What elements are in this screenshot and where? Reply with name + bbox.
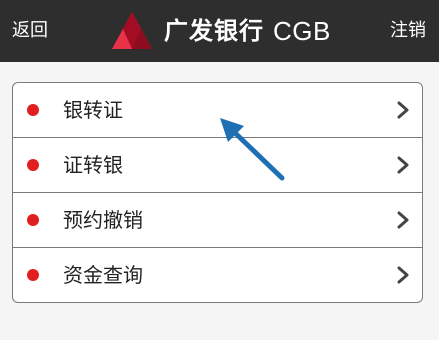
menu-item-funds-query[interactable]: 资金查询 — [13, 248, 422, 302]
top-header-bar: 返回 广发银行 CGB 注销 — [0, 0, 439, 62]
brand-name-cn: 广发银行 — [164, 17, 264, 45]
chevron-right-icon — [397, 211, 409, 229]
pointer-arrow-icon — [220, 118, 285, 181]
brand-name-en: CGB — [273, 16, 331, 46]
red-dot-icon — [27, 214, 39, 226]
red-dot-icon — [27, 269, 39, 281]
chevron-right-icon — [397, 101, 409, 119]
chevron-right-icon — [397, 266, 409, 284]
logout-button[interactable]: 注销 — [390, 20, 426, 42]
chevron-right-icon — [397, 156, 409, 174]
cgb-logo-icon — [112, 12, 152, 49]
red-dot-icon — [27, 104, 39, 116]
red-dot-icon — [27, 159, 39, 171]
menu-item-label: 预约撤销 — [63, 208, 143, 232]
menu-item-cancel-appointment[interactable]: 预约撤销 — [13, 193, 422, 248]
brand-logo-group: 广发银行 CGB — [110, 11, 331, 51]
back-button[interactable]: 返回 — [12, 20, 48, 42]
menu-item-label: 资金查询 — [63, 263, 143, 287]
